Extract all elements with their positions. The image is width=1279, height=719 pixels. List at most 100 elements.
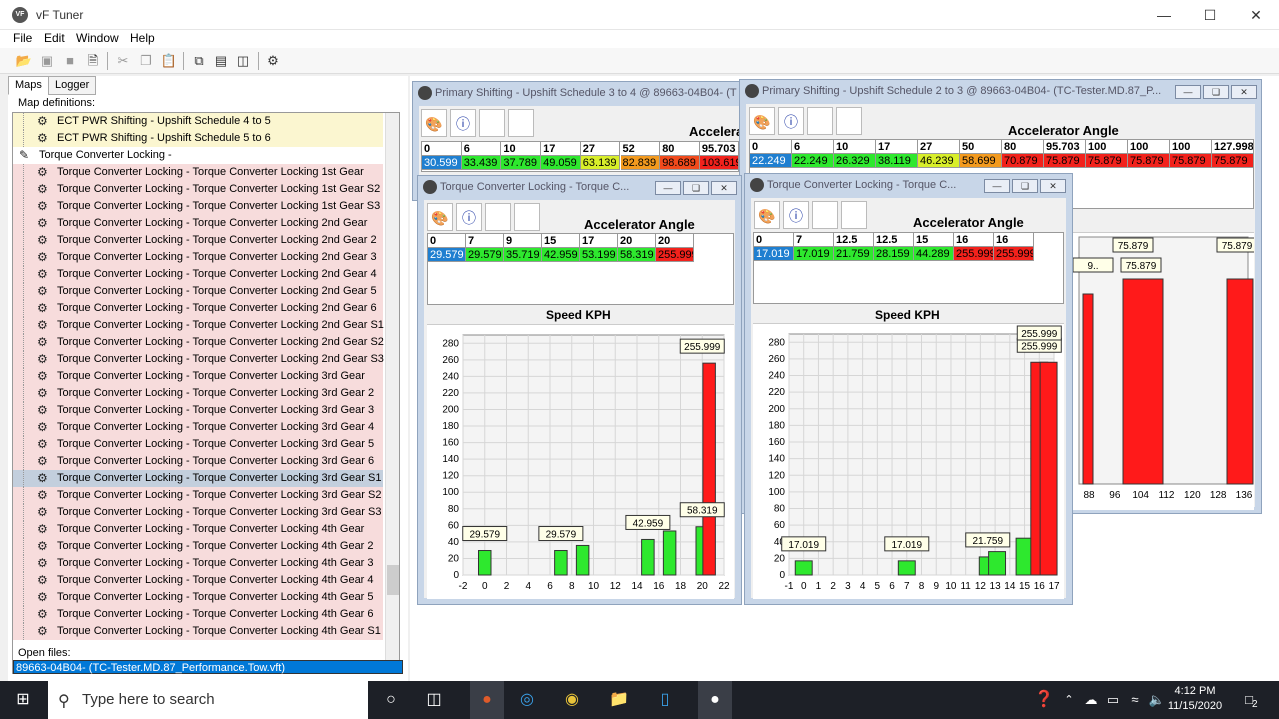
grid-value-cell[interactable]: 42.959 [542, 248, 580, 262]
tree-item[interactable]: ⚙ Torque Converter Locking - Torque Conve… [13, 402, 383, 419]
vf-tuner-taskbar-icon[interactable]: ● [698, 681, 732, 719]
map-grid[interactable]: 0 30.599 6 33.439 10 37.789 17 49.059 27 63.139 52… [421, 141, 739, 172]
grid-value-cell[interactable]: 37.789 [501, 156, 542, 170]
grid-header-cell[interactable]: 127.998 [1212, 140, 1253, 154]
blank-page-icon[interactable] [485, 203, 511, 231]
blank-page-icon[interactable] [807, 107, 833, 135]
grid-value-cell[interactable]: 53.199 [580, 248, 618, 262]
chevron-up-icon[interactable]: ⌃ [1058, 689, 1080, 711]
blank-page-icon[interactable] [812, 201, 838, 229]
grid-header-cell[interactable]: 16 [994, 233, 1034, 247]
tree-item[interactable]: ⚙ Torque Converter Locking - Torque Conve… [13, 300, 383, 317]
grid-value-cell[interactable]: 21.759 [834, 247, 874, 261]
grid-value-cell[interactable]: 58.319 [618, 248, 656, 262]
window-close-button[interactable]: ✕ [1231, 85, 1257, 99]
grid-value-cell[interactable]: 28.159 [874, 247, 914, 261]
grid-header-cell[interactable]: 12.5 [874, 233, 914, 247]
tile-horizontal-icon[interactable]: ▤ [212, 52, 230, 70]
battery-icon[interactable]: ▭ [1102, 689, 1124, 711]
grid-value-cell[interactable]: 103.619 [699, 156, 738, 170]
tree-item[interactable]: ⚙ Torque Converter Locking - Torque Conve… [13, 334, 384, 351]
tree-item[interactable]: ⚙ Torque Converter Locking - Torque Conve… [13, 198, 383, 215]
snipping-tool-icon[interactable]: ● [470, 681, 504, 719]
grid-value-cell[interactable]: 63.139 [580, 156, 621, 170]
grid-value-cell[interactable]: 38.119 [876, 154, 918, 168]
grid-header-cell[interactable]: 17 [580, 234, 618, 248]
grid-header-cell[interactable]: 6 [792, 140, 834, 154]
grid-value-cell[interactable]: 82.839 [620, 156, 661, 170]
blank-page-icon[interactable] [841, 201, 867, 229]
grid-header-cell[interactable]: 27 [918, 140, 960, 154]
grid-value-cell[interactable]: 44.289 [914, 247, 954, 261]
grid-value-cell[interactable]: 70.879 [1002, 154, 1044, 168]
menu-window[interactable]: Window [76, 31, 119, 45]
grid-header-cell[interactable]: 100 [1128, 140, 1170, 154]
tab-logger[interactable]: Logger [48, 76, 97, 95]
tree-item[interactable]: ⚙ Torque Converter Locking - Torque Conve… [13, 232, 383, 249]
grid-header-cell[interactable]: 17 [541, 142, 581, 156]
window-restore-button[interactable]: ❏ [1203, 85, 1229, 99]
grid-header-cell[interactable]: 17 [876, 140, 918, 154]
grid-value-cell[interactable]: 35.719 [504, 248, 542, 262]
info-icon[interactable]: ⓘ [456, 203, 482, 231]
window-torque-converter-locking-b[interactable]: Torque Converter Locking - Torque C... —… [744, 173, 1073, 605]
tree-item[interactable]: ⚙ Torque Converter Locking - Torque Conve… [13, 317, 384, 334]
grid-header-cell[interactable]: 10 [501, 142, 542, 156]
tree-item[interactable]: ⚙ Torque Converter Locking - Torque Conve… [13, 351, 384, 368]
grid-header-cell[interactable]: 9 [504, 234, 542, 248]
tree-folder[interactable]: ✎ Torque Converter Locking - [13, 147, 383, 164]
window-restore-button[interactable]: ❏ [683, 181, 709, 195]
save-all-icon[interactable]: ▣ [38, 52, 56, 70]
grid-value-cell[interactable]: 75.879 [1170, 154, 1212, 168]
map-grid[interactable]: 0 29.579 7 29.579 9 35.719 15 42.959 17 53.199 20 5… [427, 233, 734, 305]
blank-page-icon[interactable] [479, 109, 505, 137]
tile-vertical-icon[interactable]: ◫ [234, 52, 252, 70]
tree-item[interactable]: ⚙ Torque Converter Locking - Torque Conve… [13, 249, 383, 266]
phone-app-icon[interactable]: ▯ [654, 689, 676, 711]
tree-item[interactable]: ⚙ Torque Converter Locking - Torque Conve… [13, 606, 383, 623]
tree-item[interactable]: ⚙ Torque Converter Locking - Torque Conve… [13, 504, 383, 521]
chrome-icon[interactable]: ◉ [561, 689, 583, 711]
grid-header-cell[interactable]: 7 [466, 234, 504, 248]
color-palette-icon[interactable]: 🎨 [421, 109, 447, 137]
tree-item[interactable]: ⚙ Torque Converter Locking - Torque Conve… [13, 419, 383, 436]
grid-header-cell[interactable]: 0 [750, 140, 792, 154]
tree-item[interactable]: ⚙ Torque Converter Locking - Torque Conve… [13, 385, 383, 402]
grid-header-cell[interactable]: 0 [422, 142, 462, 156]
window-minimize-button[interactable]: — [984, 179, 1010, 193]
tree-item[interactable]: ⚙ Torque Converter Locking - Torque Conve… [13, 487, 383, 504]
grid-header-cell[interactable]: 50 [960, 140, 1002, 154]
gear-icon[interactable]: ⚙ [264, 52, 282, 70]
grid-header-cell[interactable]: 12.5 [834, 233, 874, 247]
wifi-icon[interactable]: ≈ [1124, 689, 1146, 711]
grid-value-cell[interactable]: 30.599 [422, 156, 462, 170]
color-palette-icon[interactable]: 🎨 [749, 107, 775, 135]
grid-value-cell[interactable]: 33.439 [461, 156, 502, 170]
grid-value-cell[interactable]: 29.579 [428, 248, 466, 262]
window-close-button[interactable]: ✕ [1040, 179, 1066, 193]
grid-value-cell[interactable]: 58.699 [960, 154, 1002, 168]
grid-value-cell[interactable]: 26.329 [834, 154, 876, 168]
tree-item[interactable]: ⚙ Torque Converter Locking - Torque Conve… [13, 164, 383, 181]
grid-header-cell[interactable]: 80 [660, 142, 700, 156]
grid-value-cell[interactable]: 75.879 [1086, 154, 1128, 168]
tree-item[interactable]: ⚙ Torque Converter Locking - Torque Conve… [13, 572, 383, 589]
grid-header-cell[interactable]: 20 [618, 234, 656, 248]
window-close-button[interactable]: ✕ [711, 181, 737, 195]
grid-header-cell[interactable]: 0 [754, 233, 794, 247]
onedrive-icon[interactable]: ☁ [1080, 689, 1102, 711]
blank-page-icon[interactable] [836, 107, 862, 135]
tree-item[interactable]: ⚙ ECT PWR Shifting - Upshift Schedule 5 t… [13, 130, 383, 147]
maximize-button[interactable]: ☐ [1187, 0, 1233, 30]
grid-value-cell[interactable]: 17.019 [794, 247, 834, 261]
grid-header-cell[interactable]: 6 [461, 142, 502, 156]
cortana-icon[interactable]: ○ [380, 689, 402, 711]
file-explorer-icon[interactable]: 📁 [608, 689, 630, 711]
grid-header-cell[interactable]: 15 [542, 234, 580, 248]
grid-value-cell[interactable]: 49.059 [541, 156, 581, 170]
info-icon[interactable]: ⓘ [450, 109, 476, 137]
cut-icon[interactable]: ✂ [114, 52, 132, 70]
save-icon[interactable]: ■ [61, 52, 79, 70]
info-icon[interactable]: ⓘ [778, 107, 804, 135]
grid-header-cell[interactable]: 20 [656, 234, 694, 248]
